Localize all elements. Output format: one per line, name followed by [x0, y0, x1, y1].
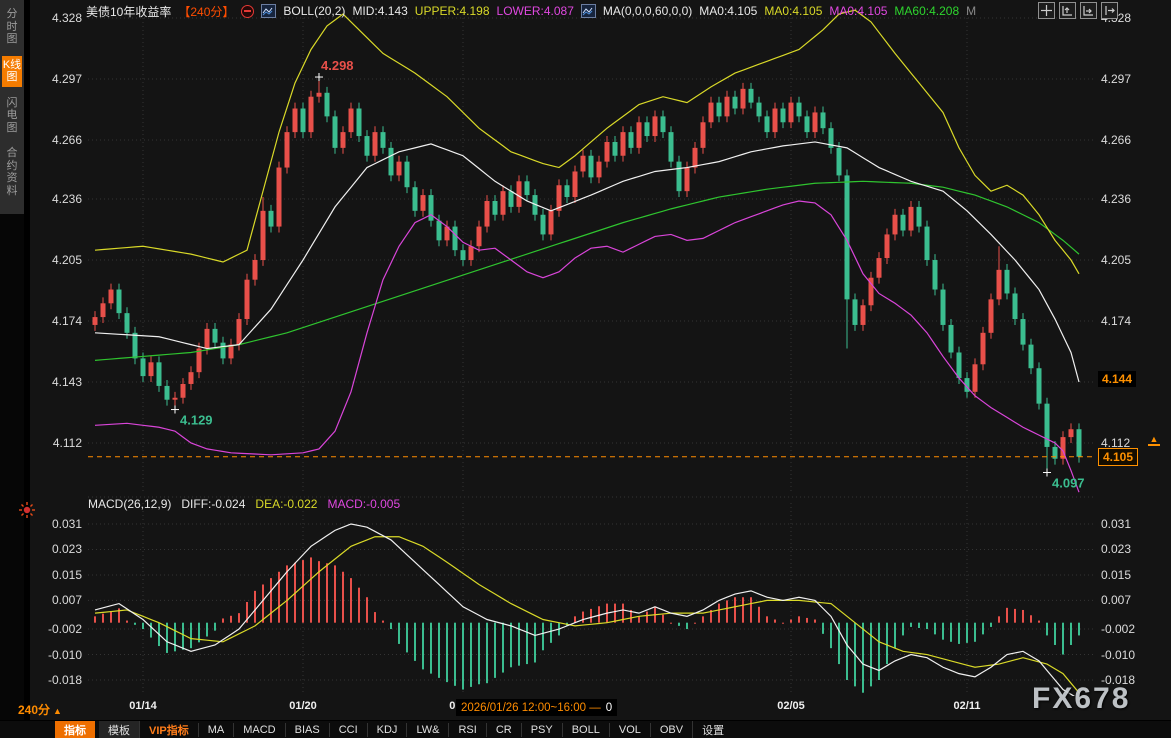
price-tick: 4.205 — [30, 253, 82, 267]
ma0-magenta-value: MA0:4.105 — [829, 4, 887, 18]
toolbar-tab-10[interactable]: CR — [486, 723, 521, 737]
macd-tick: -0.002 — [1101, 622, 1135, 636]
toolbar-tab-11[interactable]: PSY — [521, 723, 562, 737]
tooltip-value: 0 — [606, 702, 612, 714]
boll-upper-value: UPPER:4.198 — [415, 4, 490, 18]
price-tick: 4.297 — [30, 72, 82, 86]
instrument-title: 美债10年收益率 — [86, 3, 171, 20]
last-price-badge: 4.105 — [1098, 448, 1138, 466]
date-label: 01/14 — [129, 700, 157, 712]
toolbar-tab-12[interactable]: BOLL — [562, 723, 609, 737]
ma-settings-icon[interactable] — [581, 4, 596, 18]
ma0-white-value: MA0:4.105 — [699, 4, 757, 18]
chart-tools — [1038, 2, 1118, 19]
zoom-x-axis-icon[interactable] — [1080, 2, 1097, 19]
macd-tick: 0.015 — [30, 568, 82, 582]
period-tag: 【240分】 — [178, 3, 234, 20]
macd-label: MACD(26,12,9) — [88, 497, 171, 511]
toolbar-tab-6[interactable]: CCI — [329, 723, 367, 737]
boll-label: BOLL(20,2) — [283, 4, 345, 18]
toolbar-tab-9[interactable]: RSI — [448, 723, 485, 737]
toolbar-tab-0[interactable]: 指标 — [55, 721, 95, 738]
macd-tick: -0.010 — [1101, 648, 1135, 662]
bar-tooltip: 2026/01/26 12:00~16:00 — 0 — [456, 699, 617, 716]
boll-mid-value: MID:4.143 — [352, 4, 407, 18]
watermark: FX678 — [1032, 682, 1130, 716]
collapse-indicator-icon[interactable] — [241, 5, 254, 18]
price-tick: 4.266 — [30, 133, 82, 147]
toolbar-tab-7[interactable]: KDJ — [367, 723, 407, 737]
price-extreme-label: 4.129 — [180, 413, 213, 428]
macd-tick: 0.007 — [1101, 593, 1131, 607]
toolbar-tab-13[interactable]: VOL — [609, 723, 650, 737]
macd-tick: -0.002 — [30, 622, 82, 636]
tooltip-timerange: 2026/01/26 12:00~16:00 — — [461, 702, 601, 714]
chart-header: 美债10年收益率 【240分】 BOLL(20,2) MID:4.143 UPP… — [86, 3, 976, 19]
chart-application: 4.1294.2984.097 分时图K线图闪电图合约资料 美债10年收益率 【… — [0, 0, 1171, 738]
macd-tick: 0.023 — [30, 542, 82, 556]
indicator-toolbar: 指标模板VIP指标MAMACDBIASCCIKDJLW&RSICRPSYBOLL… — [0, 720, 1171, 738]
price-up-arrow-icon: ▲ — [1148, 435, 1160, 446]
ma-label: MA(0,0,0,60,0,0) — [603, 4, 692, 18]
macd-tick: -0.018 — [30, 673, 82, 687]
boll-lower-value: LOWER:4.087 — [497, 4, 574, 18]
toolbar-tab-5[interactable]: BIAS — [285, 723, 329, 737]
macd-dea-value: DEA:-0.022 — [255, 497, 317, 511]
price-tick: 4.236 — [30, 192, 82, 206]
price-tick: 4.112 — [30, 436, 82, 450]
pan-crosshair-icon[interactable] — [1038, 2, 1055, 19]
price-tick: 4.205 — [1101, 253, 1131, 267]
toolbar-tab-8[interactable]: LW& — [406, 723, 448, 737]
price-tick: 4.174 — [1101, 314, 1131, 328]
price-tick: 4.328 — [30, 11, 82, 25]
price-extreme-label: 4.097 — [1052, 476, 1085, 491]
shift-right-icon[interactable] — [1101, 2, 1118, 19]
macd-tick: 0.031 — [30, 517, 82, 531]
alert-blink-icon — [18, 501, 36, 519]
macd-tick: -0.010 — [30, 648, 82, 662]
toolbar-tab-2[interactable]: VIP指标 — [139, 721, 198, 738]
toolbar-tab-15[interactable]: 设置 — [692, 721, 733, 738]
zoom-y-axis-icon[interactable] — [1059, 2, 1076, 19]
boll-settings-icon[interactable] — [261, 4, 276, 18]
macd-tick: 0.023 — [1101, 542, 1131, 556]
macd-tick: 0.031 — [1101, 517, 1131, 531]
macd-tick: 0.015 — [1101, 568, 1131, 582]
price-tick: 4.143 — [30, 375, 82, 389]
ma-price-badge: 4.144 — [1098, 371, 1136, 387]
toolbar-tab-14[interactable]: OBV — [650, 723, 692, 737]
ma0-yellow-value: MA0:4.105 — [764, 4, 822, 18]
date-label: 02/11 — [954, 700, 981, 712]
price-tick: 4.174 — [30, 314, 82, 328]
price-extreme-label: 4.298 — [321, 58, 354, 73]
macd-tick: 0.007 — [30, 593, 82, 607]
ma60-value: MA60:4.208 — [894, 4, 959, 18]
price-tick: 4.236 — [1101, 192, 1131, 206]
macd-value: MACD:-0.005 — [327, 497, 400, 511]
toolbar-tab-1[interactable]: 模板 — [99, 721, 139, 738]
toolbar-tab-3[interactable]: MA — [198, 723, 234, 737]
toolbar-tab-4[interactable]: MACD — [233, 723, 284, 737]
date-label: 01/20 — [289, 700, 317, 712]
chart-canvas[interactable]: 4.129 4.298 4.097 — [0, 0, 1171, 738]
timeframe-selector[interactable]: 240分▲ — [18, 701, 62, 718]
price-tick: 4.266 — [1101, 133, 1131, 147]
m-toggle[interactable]: M — [966, 4, 976, 18]
date-label: 02/05 — [777, 700, 805, 712]
macd-diff-value: DIFF:-0.024 — [181, 497, 245, 511]
timeframe-arrow-icon: ▲ — [53, 706, 62, 716]
macd-header: MACD(26,12,9) DIFF:-0.024 DEA:-0.022 MAC… — [88, 497, 400, 511]
price-tick: 4.297 — [1101, 72, 1131, 86]
